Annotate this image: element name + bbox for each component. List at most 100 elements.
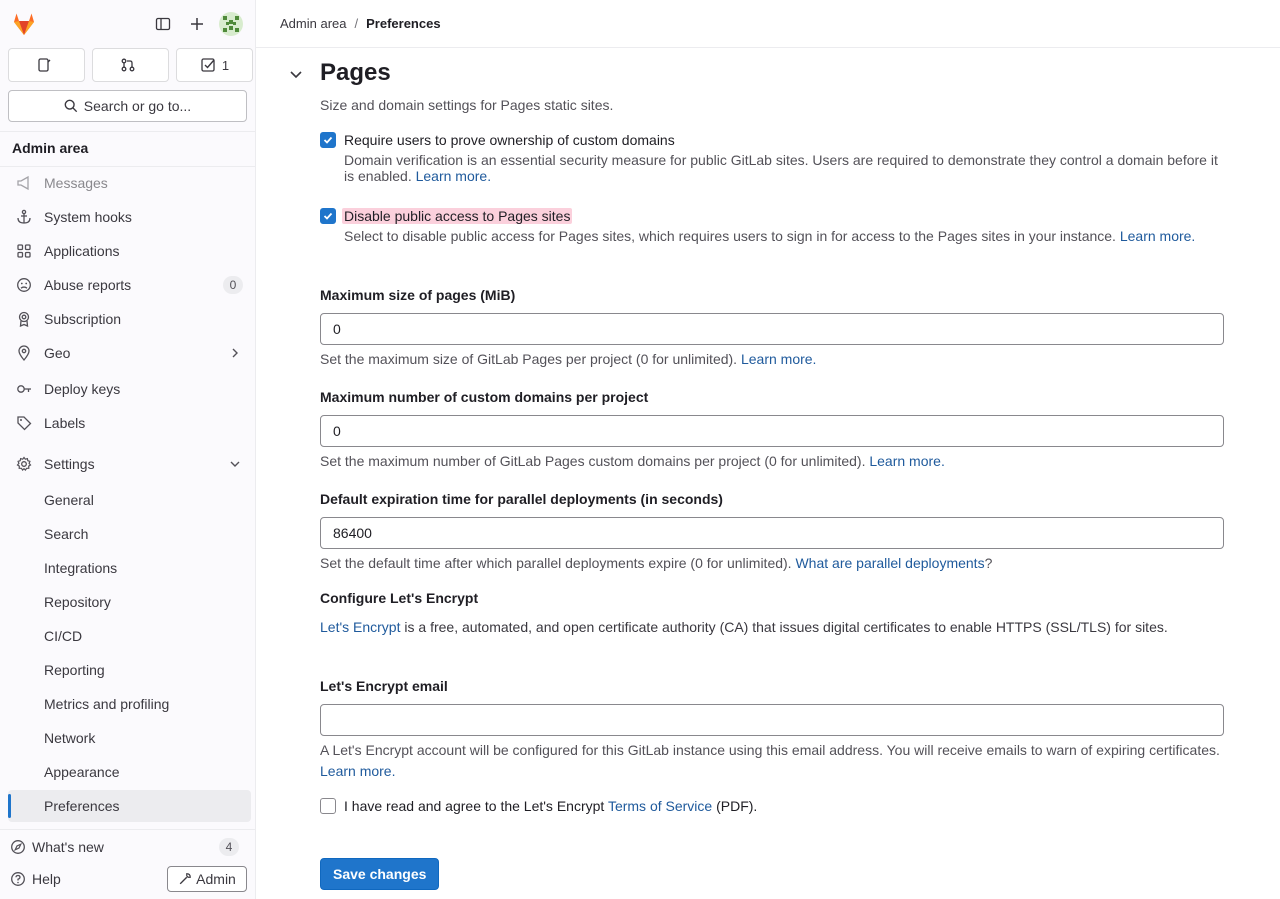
help-suffix: ? [984,555,993,571]
sidebar-subitem-search[interactable]: Search [8,518,251,550]
compass-icon [10,839,26,855]
breadcrumb-separator: / [354,16,359,31]
terms-label[interactable]: I have read and agree to the Let's Encry… [344,798,757,814]
sidebar-item-settings[interactable]: Settings [8,448,251,480]
save-changes-button[interactable]: Save changes [320,858,440,890]
max-domains-label: Maximum number of custom domains per pro… [320,389,649,405]
disable-public-access-label[interactable]: Disable public access to Pages sites [342,208,573,224]
highlighted-label: Disable public access to Pages sites [342,208,573,224]
assigned-issues-button[interactable] [8,48,85,82]
help-label: Help [32,871,61,887]
sidebar-subitem-appearance[interactable]: Appearance [8,756,251,788]
sidebar-item-applications[interactable]: Applications [8,235,251,267]
learn-more-link[interactable]: Learn more. [1120,228,1195,244]
letsencrypt-description: Let's Encrypt is a free, automated, and … [320,617,1200,638]
admin-button[interactable]: Admin [167,866,247,892]
sidebar-subitem-network[interactable]: Network [8,722,251,754]
sidebar-subitem-reporting[interactable]: Reporting [8,654,251,686]
sidebar-header [0,0,255,48]
sidebar-item-abuse-reports[interactable]: Abuse reports 0 [8,269,251,301]
sidebar-subitem-preferences[interactable]: Preferences [8,790,251,822]
sidebar-subitem-metrics[interactable]: Metrics and profiling [8,688,251,720]
issues-icon [37,58,50,72]
settings-icon [16,456,32,472]
chevron-down-icon[interactable] [288,66,304,85]
count-badge: 0 [223,276,243,294]
terms-prefix: I have read and agree to the Let's Encry… [344,798,605,814]
todos-button[interactable]: 1 [176,48,253,82]
divider [0,131,255,132]
sidebar-item-system-hooks[interactable]: System hooks [8,201,251,233]
parallel-deployments-link[interactable]: What are parallel deployments [795,555,984,571]
section-description: Size and domain settings for Pages stati… [320,97,614,113]
avatar[interactable] [219,12,243,36]
divider [0,829,255,830]
section-title: Pages [320,59,391,86]
main-content: Pages Size and domain settings for Pages… [256,48,1280,899]
max-pages-size-label: Maximum size of pages (MiB) [320,287,516,303]
expiration-input[interactable]: 86400 [320,517,1224,549]
terms-of-service-link[interactable]: Terms of Service [608,798,712,814]
plus-icon[interactable] [185,12,209,36]
learn-more-link[interactable]: Learn more. [416,168,491,184]
expiration-help: Set the default time after which paralle… [320,553,1224,574]
disable-public-access-checkbox[interactable] [320,208,336,224]
breadcrumb-current[interactable]: Preferences [366,16,440,31]
help-text: Set the maximum number of GitLab Pages c… [320,453,866,469]
sidebar-item-label: Settings [44,456,95,472]
letsencrypt-title: Configure Let's Encrypt [320,590,479,606]
chevron-down-icon [229,458,241,470]
location-icon [16,345,32,361]
help-text: A Let's Encrypt account will be configur… [320,742,1220,758]
question-icon [10,871,26,887]
letsencrypt-email-input[interactable] [320,704,1224,736]
letsencrypt-link[interactable]: Let's Encrypt [320,619,401,635]
max-pages-size-input[interactable]: 0 [320,313,1224,345]
whats-new-count: 4 [219,838,239,856]
sidebar-subitem-general[interactable]: General [8,484,251,516]
counters: 1 [8,48,253,82]
search-button[interactable]: Search or go to... [8,90,247,122]
learn-more-link[interactable]: Learn more. [320,763,395,779]
sidebar-item-label: Geo [44,345,71,361]
sidebar-item-labels[interactable]: Labels [8,407,251,439]
help-text: Select to disable public access for Page… [344,228,1116,244]
whats-new-button[interactable]: What's new 4 [8,834,251,860]
whats-new-label: What's new [32,839,104,855]
sidebar-subitem-integrations[interactable]: Integrations [8,552,251,584]
sidebar-item-label: System hooks [44,209,132,225]
help-button[interactable]: Help [8,866,61,892]
learn-more-link[interactable]: Learn more. [869,453,944,469]
sidebar: 1 Search or go to... Admin area Messages… [0,0,256,899]
require-domain-verification-label[interactable]: Require users to prove ownership of cust… [344,132,675,148]
learn-more-link[interactable]: Learn more. [741,351,816,367]
sidebar-item-label: Messages [44,175,108,191]
sidebar-toggle-icon[interactable] [151,12,175,36]
chevron-right-icon [229,347,241,359]
label-icon [16,415,32,431]
sidebar-item-deploy-keys[interactable]: Deploy keys [8,373,251,405]
sidebar-item-label: Abuse reports [44,277,132,293]
gitlab-logo-icon[interactable] [10,10,38,38]
require-domain-verification-checkbox[interactable] [320,132,336,148]
sidebar-item-geo[interactable]: Geo [8,337,251,369]
sidebar-item-label: Labels [44,415,86,431]
sidebar-item-label: Applications [44,243,120,259]
sidebar-subitem-ci-cd[interactable]: CI/CD [8,620,251,652]
sidebar-item-subscription[interactable]: Subscription [8,303,251,335]
license-icon [16,311,32,327]
breadcrumb-admin-area[interactable]: Admin area [280,16,346,31]
bullhorn-icon [16,175,32,191]
merge-requests-button[interactable] [92,48,169,82]
abuse-icon [16,277,32,293]
sidebar-item-messages[interactable]: Messages [8,167,251,199]
sidebar-item-label: Subscription [44,311,122,327]
sidebar-subitem-repository[interactable]: Repository [8,586,251,618]
breadcrumb: Admin area / Preferences [256,0,1280,48]
max-domains-help: Set the maximum number of GitLab Pages c… [320,451,1224,472]
admin-label: Admin [196,871,236,887]
search-icon [64,99,77,113]
max-domains-input[interactable]: 0 [320,415,1224,447]
applications-icon [16,243,32,259]
terms-checkbox[interactable] [320,798,336,814]
